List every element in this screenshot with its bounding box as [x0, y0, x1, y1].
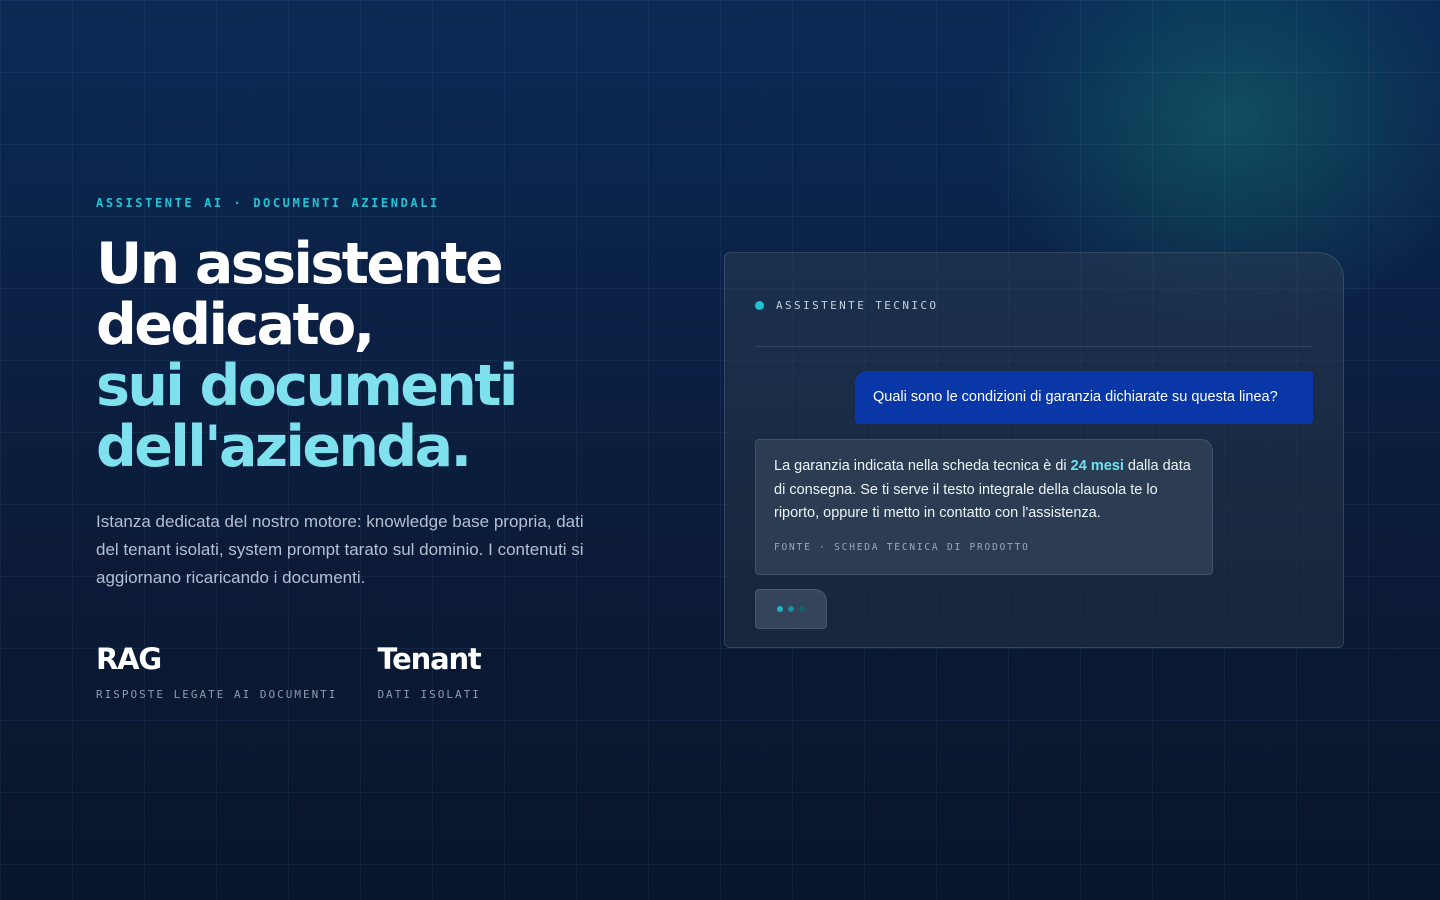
- stat-value: Tenant: [377, 642, 481, 676]
- assistant-text-before: La garanzia indicata nella scheda tecnic…: [774, 458, 1071, 474]
- hero-lead: Istanza dedicata del nostro motore: know…: [96, 512, 584, 587]
- chat-header: ASSISTENTE TECNICO: [755, 281, 1313, 347]
- online-status-icon: [755, 300, 764, 310]
- typing-dot-icon: [777, 606, 783, 612]
- stat-tenant: Tenant DATI ISOLATI: [377, 642, 595, 701]
- headline-line-3: sui documenti: [96, 353, 518, 419]
- hero-stats: RAG RISPOSTE LEGATE AI DOCUMENTI Tenant …: [96, 642, 656, 701]
- stat-value: RAG: [96, 642, 162, 676]
- headline-line-4: dell'azienda.: [96, 414, 472, 480]
- hero-section: ASSISTENTE AI · DOCUMENTI AZIENDALI Un a…: [96, 196, 656, 701]
- chat-title: ASSISTENTE TECNICO: [776, 298, 939, 312]
- hero-headline: Un assistente dedicato, sui documenti de…: [96, 234, 656, 478]
- user-message-bubble: Quali sono le condizioni di garanzia dic…: [855, 371, 1313, 424]
- hero-eyebrow: ASSISTENTE AI · DOCUMENTI AZIENDALI: [96, 196, 440, 210]
- headline-line-2: dedicato,: [96, 292, 375, 358]
- typing-indicator: [755, 589, 827, 629]
- assistant-message-bubble: La garanzia indicata nella scheda tecnic…: [755, 439, 1213, 575]
- stat-label: DATI ISOLATI: [377, 688, 481, 701]
- assistant-text-highlight: 24 mesi: [1070, 458, 1124, 474]
- stat-rag: RAG RISPOSTE LEGATE AI DOCUMENTI: [96, 642, 337, 701]
- chat-preview-card: ASSISTENTE TECNICO Quali sono le condizi…: [724, 252, 1344, 648]
- stat-label: RISPOSTE LEGATE AI DOCUMENTI: [96, 688, 338, 701]
- headline-line-1: Un assistente: [96, 231, 504, 297]
- assistant-message-text: La garanzia indicata nella scheda tecnic…: [774, 455, 1194, 526]
- message-source: FONTE · SCHEDA TECNICA DI PRODOTTO: [774, 541, 1030, 553]
- typing-dot-icon: [799, 606, 805, 612]
- typing-dot-icon: [788, 606, 794, 612]
